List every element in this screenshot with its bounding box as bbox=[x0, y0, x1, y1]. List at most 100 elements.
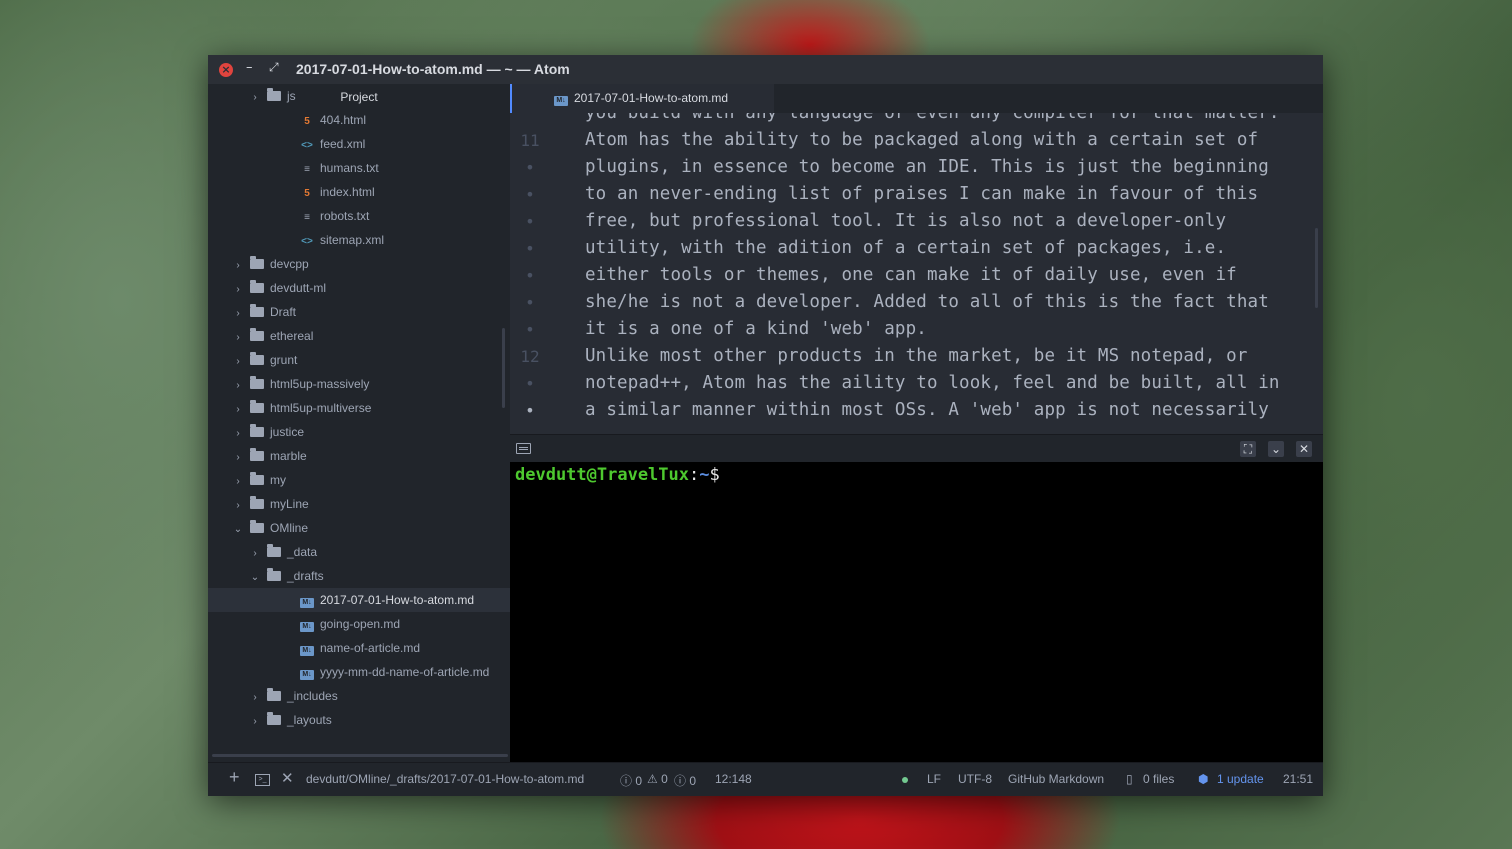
tree-folder[interactable]: › justice bbox=[208, 420, 510, 446]
chevron-right-icon[interactable]: › bbox=[232, 302, 244, 326]
chevron-right-icon[interactable]: › bbox=[249, 542, 261, 566]
code-line: either tools or themes, one can make it … bbox=[585, 265, 1237, 285]
tree-folder[interactable]: › myLine bbox=[208, 492, 510, 518]
text-editor[interactable]: you build with any language or even any … bbox=[510, 113, 1323, 434]
line-number: • bbox=[525, 401, 535, 420]
tree-horizontal-scrollbar[interactable] bbox=[212, 754, 508, 757]
close-window-button[interactable]: × bbox=[219, 63, 233, 77]
chevron-right-icon[interactable]: › bbox=[232, 422, 244, 446]
tree-folder[interactable]: › my bbox=[208, 468, 510, 494]
terminal-maximize-button[interactable]: ⛶ bbox=[1240, 441, 1256, 457]
terminal-close-button[interactable]: ✕ bbox=[1296, 441, 1312, 457]
line-ending[interactable]: LF bbox=[927, 772, 941, 786]
prompt-separator: : bbox=[689, 465, 700, 485]
tree-folder[interactable]: › _data bbox=[208, 540, 510, 566]
tree-file[interactable]: ≡ humans.txt bbox=[208, 156, 510, 180]
tree-file[interactable]: M↓ going-open.md bbox=[208, 612, 510, 636]
editor-scrollbar[interactable] bbox=[1315, 228, 1318, 308]
tree-folder[interactable]: ⌄ _drafts bbox=[208, 564, 510, 590]
tree-folder[interactable]: › marble bbox=[208, 444, 510, 470]
tree-item-label: my bbox=[270, 473, 286, 487]
tree-file[interactable]: M↓ 2017-07-01-How-to-atom.md bbox=[208, 588, 510, 612]
git-files[interactable]: 0 files bbox=[1143, 772, 1174, 786]
chevron-down-icon[interactable]: ⌄ bbox=[249, 566, 261, 590]
folder-icon bbox=[250, 256, 264, 269]
tab-how-to-atom[interactable]: M↓ 2017-07-01-How-to-atom.md bbox=[510, 84, 774, 113]
tree-file[interactable]: M↓ yyyy-mm-dd-name-of-article.md bbox=[208, 660, 510, 684]
tree-folder[interactable]: ⌄ OMline bbox=[208, 516, 510, 542]
tree-folder[interactable]: › devcpp bbox=[208, 252, 510, 278]
folder-icon bbox=[250, 328, 264, 341]
code-line: utility, with the adition of a certain s… bbox=[585, 238, 1227, 258]
tree-folder[interactable]: › js bbox=[208, 84, 510, 110]
keyboard-icon[interactable] bbox=[516, 443, 531, 454]
html-file-icon: 5 bbox=[304, 188, 310, 199]
tree-item-label: yyyy-mm-dd-name-of-article.md bbox=[320, 665, 490, 679]
tree-folder[interactable]: › grunt bbox=[208, 348, 510, 374]
tree-folder[interactable]: › html5up-multiverse bbox=[208, 396, 510, 422]
folder-icon bbox=[267, 712, 281, 725]
tree-file[interactable]: ≡ robots.txt bbox=[208, 204, 510, 228]
chevron-right-icon[interactable]: › bbox=[232, 326, 244, 350]
tree-file[interactable]: 5 index.html bbox=[208, 180, 510, 204]
tree-vertical-scrollbar[interactable] bbox=[502, 328, 505, 408]
tree-item-label: feed.xml bbox=[320, 137, 366, 151]
chevron-down-icon[interactable]: ⌄ bbox=[232, 518, 244, 542]
encoding[interactable]: UTF-8 bbox=[958, 772, 992, 786]
maximize-window-button[interactable]: ⤢ bbox=[269, 60, 279, 75]
chevron-right-icon[interactable]: › bbox=[232, 470, 244, 494]
folder-icon bbox=[250, 304, 264, 317]
tree-item-label: robots.txt bbox=[320, 209, 370, 223]
tree-file[interactable]: M↓ name-of-article.md bbox=[208, 636, 510, 660]
tree-folder[interactable]: › Draft bbox=[208, 300, 510, 326]
markdown-file-icon: M↓ bbox=[300, 598, 314, 608]
tree-file[interactable]: <> feed.xml bbox=[208, 132, 510, 156]
chevron-right-icon[interactable]: › bbox=[232, 446, 244, 470]
chevron-right-icon[interactable]: › bbox=[232, 398, 244, 422]
tree-file[interactable]: 5 404.html bbox=[208, 108, 510, 132]
cursor-position[interactable]: 12:148 bbox=[715, 772, 752, 786]
chevron-right-icon[interactable]: › bbox=[232, 374, 244, 398]
tree-folder[interactable]: › html5up-massively bbox=[208, 372, 510, 398]
tree-folder[interactable]: › devdutt-ml bbox=[208, 276, 510, 302]
tree-folder[interactable]: › _includes bbox=[208, 684, 510, 710]
tree-folder[interactable]: › _layouts bbox=[208, 708, 510, 734]
new-terminal-button[interactable]: + bbox=[229, 767, 240, 788]
chevron-right-icon[interactable]: › bbox=[232, 278, 244, 302]
close-terminal-button[interactable]: ✕ bbox=[281, 769, 294, 787]
project-tree-panel: Project › js 5 404.html <> feed.xml ≡ humans.tx… bbox=[208, 84, 511, 762]
chevron-right-icon[interactable]: › bbox=[232, 494, 244, 518]
chevron-right-icon[interactable]: › bbox=[249, 86, 261, 110]
markdown-file-icon: M↓ bbox=[300, 670, 314, 680]
chevron-right-icon[interactable]: › bbox=[232, 254, 244, 278]
chevron-right-icon[interactable]: › bbox=[249, 686, 261, 710]
minimize-window-button[interactable]: – bbox=[246, 60, 253, 75]
chevron-right-icon[interactable]: › bbox=[249, 710, 261, 734]
grammar[interactable]: GitHub Markdown bbox=[1008, 772, 1104, 786]
terminal-icon[interactable]: >_ bbox=[255, 774, 270, 786]
line-number: 12 bbox=[520, 347, 540, 366]
xml-file-icon: <> bbox=[301, 140, 313, 151]
status-bar: + >_ ✕ devdutt/OMline/_drafts/2017-07-01… bbox=[208, 762, 1323, 796]
terminal[interactable]: devdutt@TravelTux:~$ bbox=[510, 462, 1323, 762]
tree-item-label: grunt bbox=[270, 353, 298, 367]
tree-item-label: OMline bbox=[270, 521, 309, 535]
tree-folder[interactable]: › ethereal bbox=[208, 324, 510, 350]
terminal-hide-button[interactable]: ⌄ bbox=[1268, 441, 1284, 457]
file-path[interactable]: devdutt/OMline/_drafts/2017-07-01-How-to… bbox=[306, 772, 584, 786]
tree-item-label: ethereal bbox=[270, 329, 314, 343]
xml-file-icon: <> bbox=[301, 236, 313, 247]
info-count[interactable]: ⓘ 0 bbox=[674, 772, 696, 789]
prompt-symbol: $ bbox=[709, 465, 720, 485]
warning-count[interactable]: ⚠ 0 bbox=[647, 772, 668, 786]
window-title: 2017-07-01-How-to-atom.md — ~ — Atom bbox=[296, 61, 570, 77]
markdown-file-icon: M↓ bbox=[300, 646, 314, 656]
chevron-right-icon[interactable]: › bbox=[232, 350, 244, 374]
line-number: • bbox=[525, 266, 535, 285]
atom-window: × – ⤢ 2017-07-01-How-to-atom.md — ~ — At… bbox=[208, 55, 1323, 796]
error-count[interactable]: ⓘ 0 bbox=[620, 772, 642, 789]
prompt-user-host: devdutt@TravelTux bbox=[515, 465, 689, 485]
updates-link[interactable]: 1 update bbox=[1217, 772, 1264, 786]
tree-file[interactable]: <> sitemap.xml bbox=[208, 228, 510, 252]
folder-icon bbox=[267, 88, 281, 101]
